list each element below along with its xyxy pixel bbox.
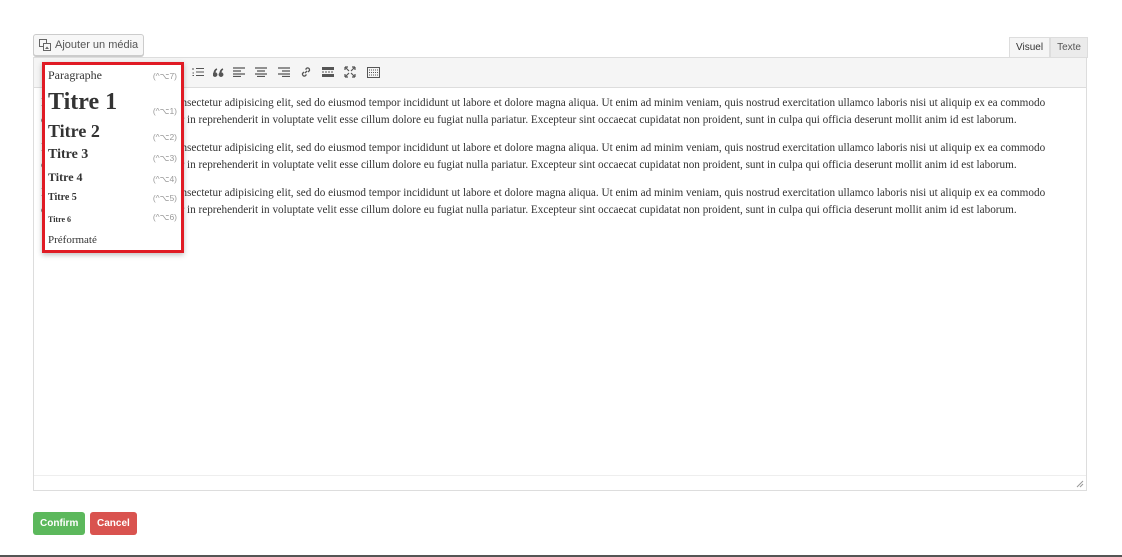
- toolbar-toggle-icon[interactable]: [364, 64, 382, 80]
- editor-content[interactable]: Lorem ipsum dolor sit amet, consectetur …: [41, 95, 1081, 230]
- format-option-heading-4[interactable]: Titre 4 (^⌥4): [48, 170, 177, 184]
- format-option-shortcut: (^⌥4): [152, 174, 177, 184]
- tab-visual[interactable]: Visuel: [1009, 37, 1051, 58]
- add-media-button[interactable]: Ajouter un média: [33, 34, 145, 56]
- cancel-button[interactable]: Cancel: [90, 512, 137, 535]
- editor-frame: Lorem ipsum dolor sit amet, consectetur …: [33, 57, 1087, 491]
- tab-text[interactable]: Texte: [1050, 37, 1088, 58]
- numbered-list-icon[interactable]: [189, 64, 207, 80]
- format-dropdown: Paragraphe (^⌥7) Titre 1 (^⌥1) Titre 2 (…: [42, 62, 184, 253]
- align-left-icon[interactable]: [230, 64, 248, 80]
- format-option-heading-3[interactable]: Titre 3 (^⌥3): [48, 147, 177, 163]
- format-option-heading-6[interactable]: Titre 6 (^⌥6): [48, 212, 177, 225]
- format-option-preformatted[interactable]: Préformaté: [48, 233, 177, 247]
- format-option-label: Titre 1: [48, 89, 118, 115]
- content-paragraph: Lorem ipsum dolor sit amet, consectetur …: [41, 97, 1046, 126]
- format-option-shortcut: (^⌥7): [152, 71, 177, 81]
- format-option-heading-5[interactable]: Titre 5 (^⌥5): [48, 192, 177, 204]
- blockquote-icon[interactable]: [210, 64, 228, 80]
- format-option-shortcut: (^⌥3): [152, 153, 177, 163]
- content-paragraph: Lorem ipsum dolor sit amet, consectetur …: [41, 187, 1046, 216]
- format-option-label: Titre 4: [48, 170, 83, 184]
- format-option-label: Titre 6: [48, 215, 72, 224]
- format-option-label: Titre 5: [48, 192, 77, 203]
- resize-handle-icon[interactable]: [1076, 480, 1084, 488]
- format-option-label: Paragraphe: [48, 68, 102, 82]
- fullscreen-icon[interactable]: [341, 64, 359, 80]
- confirm-button[interactable]: Confirm: [33, 512, 86, 535]
- format-option-heading-1[interactable]: Titre 1 (^⌥1): [48, 89, 177, 116]
- link-icon[interactable]: [297, 64, 315, 80]
- media-icon: [39, 39, 51, 51]
- format-option-shortcut: (^⌥6): [152, 212, 177, 222]
- format-option-paragraph[interactable]: Paragraphe (^⌥7): [48, 67, 177, 83]
- format-option-shortcut: (^⌥2): [152, 132, 177, 142]
- align-center-icon[interactable]: [252, 64, 270, 80]
- more-tag-icon[interactable]: [319, 64, 337, 80]
- editor-tabs: Visuel Texte: [1009, 37, 1088, 58]
- editor-toolbar: [34, 58, 1086, 88]
- align-right-icon[interactable]: [275, 64, 293, 80]
- format-option-heading-2[interactable]: Titre 2 (^⌥2): [48, 121, 177, 142]
- content-paragraph: Lorem ipsum dolor sit amet, consectetur …: [41, 142, 1046, 171]
- format-option-label: Préformaté: [48, 234, 97, 246]
- format-option-label: Titre 2: [48, 121, 100, 141]
- format-option-label: Titre 3: [48, 147, 89, 162]
- editor-statusbar: [34, 475, 1086, 490]
- format-option-shortcut: (^⌥5): [152, 193, 177, 203]
- add-media-label: Ajouter un média: [55, 39, 139, 51]
